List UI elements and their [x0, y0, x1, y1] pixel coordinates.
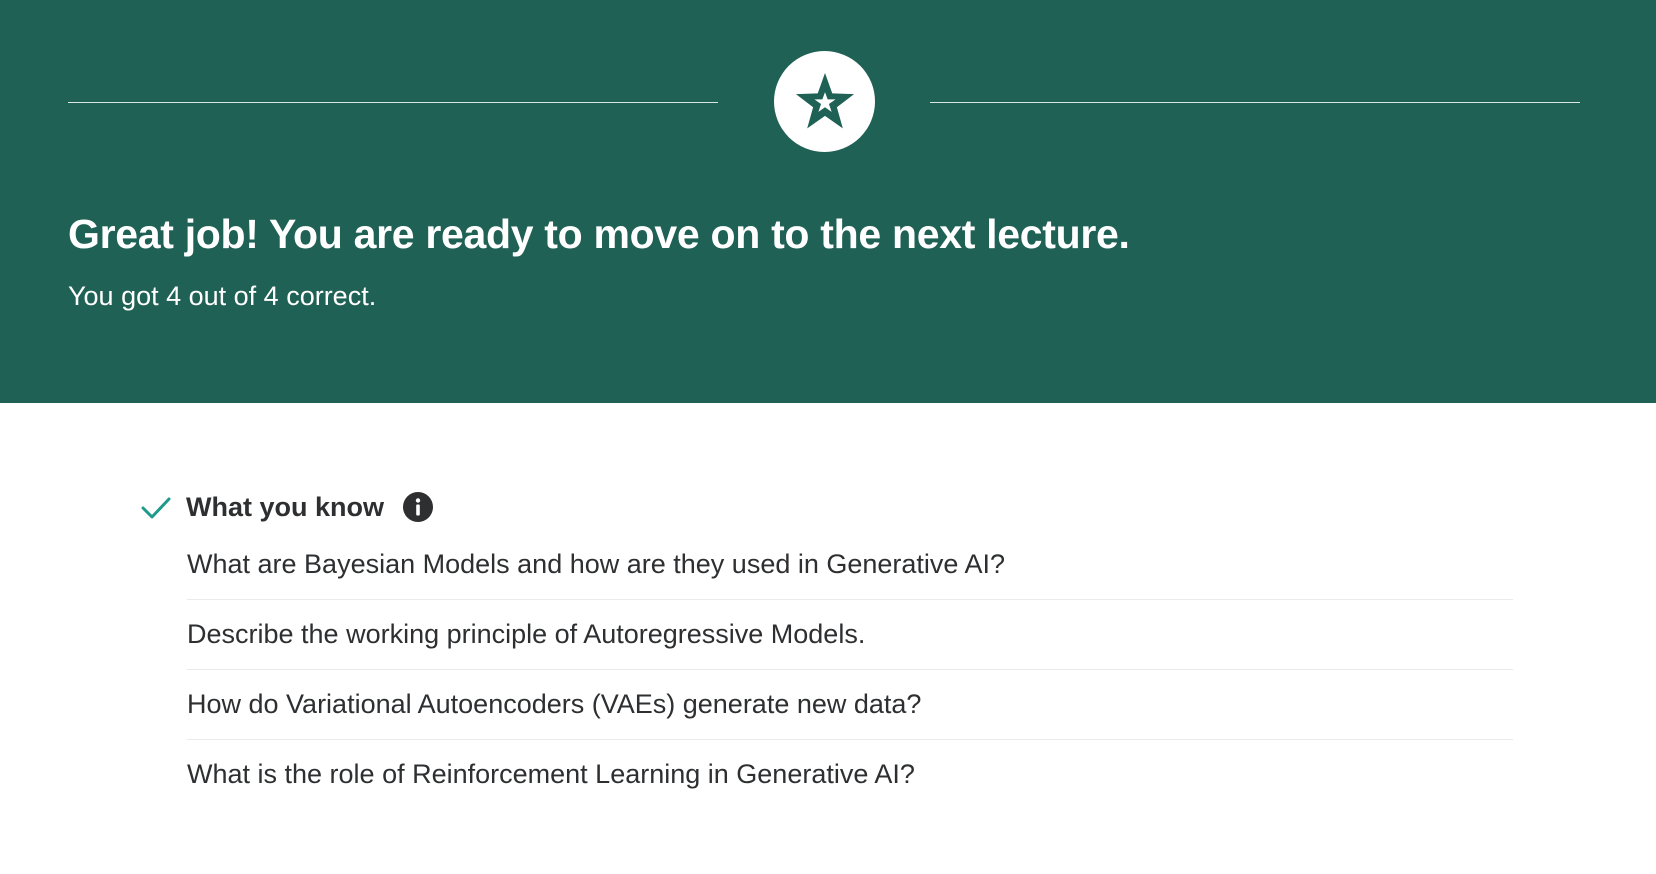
result-title: Great job! You are ready to move on to t…: [68, 211, 1130, 257]
info-icon[interactable]: [402, 491, 434, 523]
divider-right: [930, 102, 1580, 103]
score-text: You got 4 out of 4 correct.: [68, 281, 377, 311]
check-icon: [141, 497, 171, 519]
question-item: Describe the working principle of Autore…: [187, 600, 1513, 670]
divider-left: [68, 102, 718, 103]
section-title: What you know: [186, 491, 384, 522]
question-list: What are Bayesian Models and how are the…: [187, 530, 1513, 809]
star-badge: [774, 51, 875, 152]
question-item: What are Bayesian Models and how are the…: [187, 530, 1513, 600]
star-icon: [795, 72, 854, 128]
question-item: How do Variational Autoencoders (VAEs) g…: [187, 670, 1513, 740]
quiz-result-banner: Great job! You are ready to move on to t…: [0, 0, 1656, 403]
question-item: What is the role of Reinforcement Learni…: [187, 759, 915, 789]
section-header: What you know: [138, 489, 434, 525]
what-you-know-section: What you know What are Bayesian Models a…: [0, 403, 1656, 874]
